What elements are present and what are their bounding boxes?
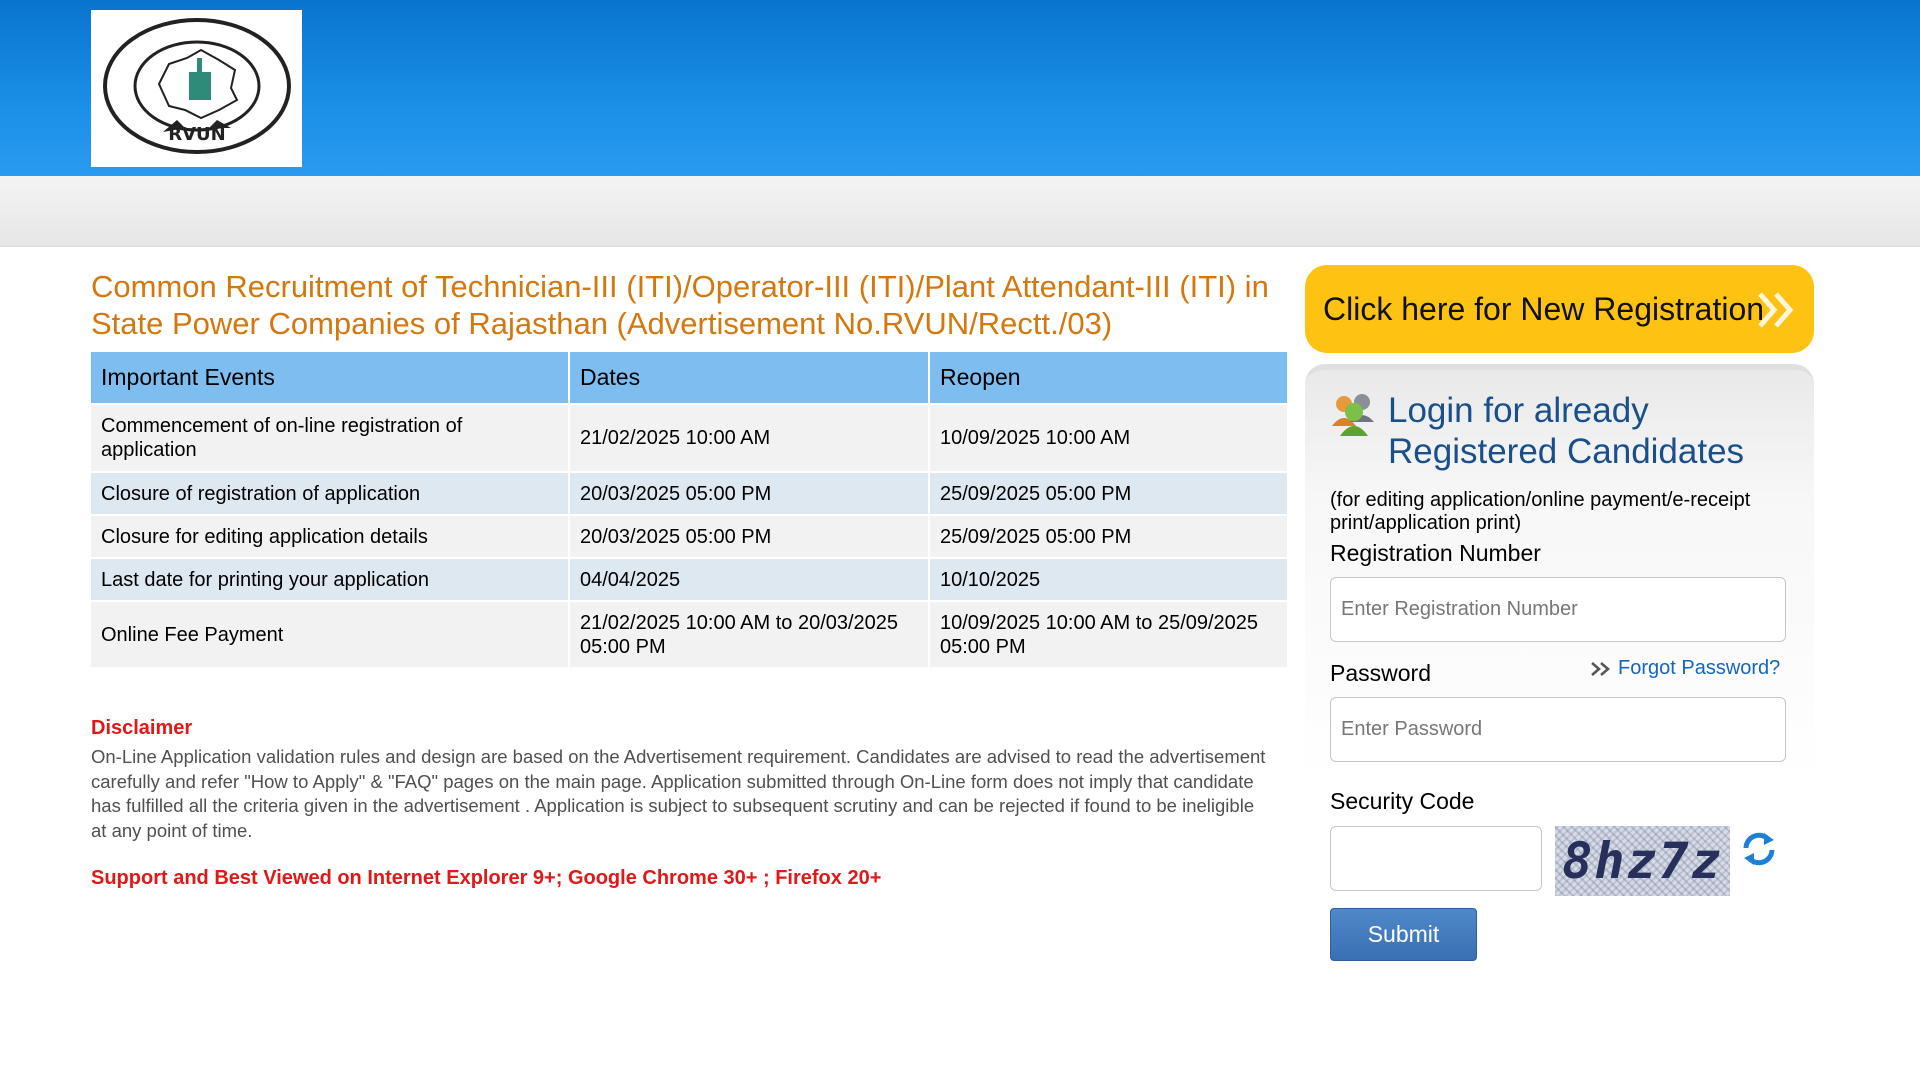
date-cell: 04/04/2025 xyxy=(569,557,930,601)
security-code-label: Security Code xyxy=(1330,788,1475,814)
double-chevron-right-icon xyxy=(1591,661,1610,676)
event-cell: Closure for editing application details xyxy=(91,514,570,558)
event-cell: Online Fee Payment xyxy=(91,600,570,667)
header-reopen: Reopen xyxy=(929,352,1287,404)
submit-button[interactable]: Submit xyxy=(1330,908,1477,961)
table-row: Closure of registration of application 2… xyxy=(91,471,1287,515)
reopen-cell: 25/09/2025 05:00 PM xyxy=(929,514,1287,558)
event-cell: Last date for printing your application xyxy=(91,557,570,601)
browser-support-note: Support and Best Viewed on Internet Expl… xyxy=(91,867,882,889)
date-cell: 20/03/2025 05:00 PM xyxy=(569,514,930,558)
important-events-table: Important Events Dates Reopen Commenceme… xyxy=(91,352,1287,667)
refresh-icon[interactable] xyxy=(1740,830,1778,868)
users-icon xyxy=(1332,394,1374,436)
reopen-cell: 25/09/2025 05:00 PM xyxy=(929,471,1287,515)
security-code-input[interactable] xyxy=(1330,826,1542,891)
login-title: Login for already Registered Candidates xyxy=(1388,391,1745,471)
event-cell: Closure of registration of application xyxy=(91,471,570,515)
disclaimer-text: On-Line Application validation rules and… xyxy=(91,746,1266,841)
disclaimer-title: Disclaimer xyxy=(91,717,193,739)
date-cell: 21/02/2025 10:00 AM to 20/03/2025 05:00 … xyxy=(569,600,930,667)
table-header-row: Important Events Dates Reopen xyxy=(91,352,1287,404)
event-cell: Commencement of on-line registration of … xyxy=(91,403,570,472)
rvun-logo: RVUN xyxy=(91,10,302,167)
password-label: Password xyxy=(1330,660,1431,686)
forgot-password-link[interactable]: Forgot Password? xyxy=(1590,657,1780,680)
svg-text:RVUN: RVUN xyxy=(168,124,225,145)
header-dates: Dates xyxy=(569,352,930,404)
reopen-cell: 10/10/2025 xyxy=(929,557,1287,601)
page-title: Common Recruitment of Technician-III (IT… xyxy=(91,269,1269,341)
site-header: RVUN xyxy=(0,0,1920,176)
captcha-image: 8hz7z xyxy=(1555,826,1730,896)
date-cell: 20/03/2025 05:00 PM xyxy=(569,471,930,515)
registration-number-input[interactable] xyxy=(1330,577,1786,642)
new-registration-label: Click here for New Registration xyxy=(1323,290,1765,327)
header-important-events: Important Events xyxy=(91,352,570,404)
new-registration-button[interactable]: Click here for New Registration xyxy=(1305,265,1814,353)
table-row: Commencement of on-line registration of … xyxy=(91,403,1287,472)
forgot-password-label: Forgot Password? xyxy=(1618,657,1781,679)
table-row: Closure for editing application details … xyxy=(91,514,1287,558)
header-subbar xyxy=(0,176,1920,247)
rvun-emblem-icon: RVUN xyxy=(102,17,291,154)
reopen-cell: 10/09/2025 10:00 AM xyxy=(929,403,1287,472)
table-row: Last date for printing your application … xyxy=(91,557,1287,601)
reopen-cell: 10/09/2025 10:00 AM to 25/09/2025 05:00 … xyxy=(929,600,1287,667)
registration-number-label: Registration Number xyxy=(1330,540,1541,566)
double-chevron-right-icon xyxy=(1758,292,1794,328)
login-note: (for editing application/online payment/… xyxy=(1330,489,1751,534)
table-row: Online Fee Payment 21/02/2025 10:00 AM t… xyxy=(91,600,1287,667)
password-input[interactable] xyxy=(1330,697,1786,762)
date-cell: 21/02/2025 10:00 AM xyxy=(569,403,930,472)
